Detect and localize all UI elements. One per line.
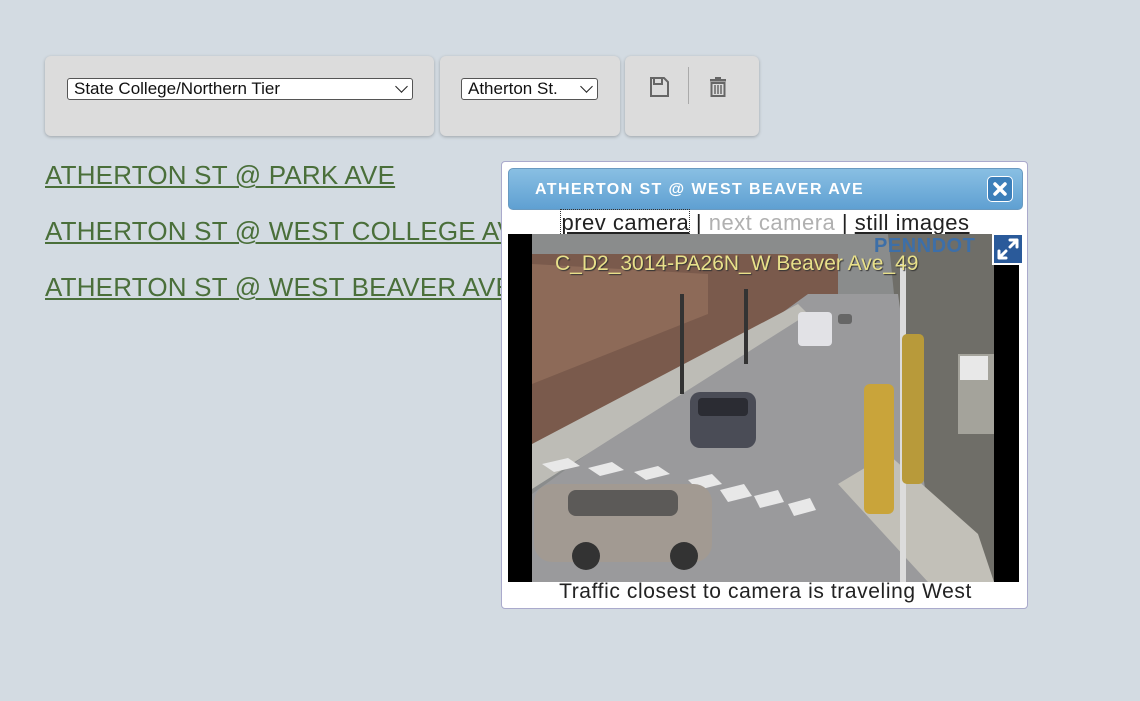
tools-panel <box>625 56 759 136</box>
camera-nav: prev camera | next camera | still images <box>502 209 1029 236</box>
close-button[interactable] <box>987 176 1013 202</box>
road-panel: Atherton St. <box>440 56 620 136</box>
camera-caption: Traffic closest to camera is traveling W… <box>559 580 972 603</box>
close-icon <box>993 182 1007 196</box>
road-select[interactable]: Atherton St. <box>461 78 598 100</box>
chevron-down-icon <box>395 80 408 93</box>
expand-button[interactable] <box>992 233 1024 265</box>
popup-header: ATHERTON ST @ WEST BEAVER AVE <box>508 168 1023 210</box>
trash-icon <box>710 77 726 97</box>
popup-title: ATHERTON ST @ WEST BEAVER AVE <box>535 181 865 198</box>
still-images-link[interactable]: still images <box>855 210 970 235</box>
road-select-value: Atherton St. <box>468 79 558 98</box>
penndot-logo: PENNDOT <box>874 235 976 257</box>
expand-icon <box>997 238 1019 260</box>
nav-separator: | <box>695 210 703 235</box>
traffic-camera-scene <box>508 234 1019 582</box>
camera-popup: ATHERTON ST @ WEST BEAVER AVE prev camer… <box>501 161 1028 609</box>
camera-overlay-text: C_D2_3014-PA26N_W Beaver Ave_49 <box>555 252 919 275</box>
region-select-value: State College/Northern Tier <box>74 79 280 98</box>
region-select[interactable]: State College/Northern Tier <box>67 78 413 100</box>
region-panel: State College/Northern Tier <box>45 56 434 136</box>
camera-link-west-beaver-ave[interactable]: ATHERTON ST @ WEST BEAVER AVE <box>45 272 513 303</box>
camera-link-park-ave[interactable]: ATHERTON ST @ PARK AVE <box>45 160 395 191</box>
delete-button[interactable] <box>705 74 731 100</box>
prev-camera-link[interactable]: prev camera <box>560 209 691 236</box>
camera-link-west-college-ave[interactable]: ATHERTON ST @ WEST COLLEGE AVE <box>45 216 533 247</box>
chevron-down-icon <box>580 80 593 93</box>
next-camera-link: next camera <box>708 210 836 235</box>
save-icon <box>650 77 669 97</box>
toolbar-divider <box>688 67 689 104</box>
nav-separator: | <box>841 210 849 235</box>
camera-image: C_D2_3014-PA26N_W Beaver Ave_49 PENNDOT <box>508 234 1019 582</box>
save-button[interactable] <box>646 74 672 100</box>
